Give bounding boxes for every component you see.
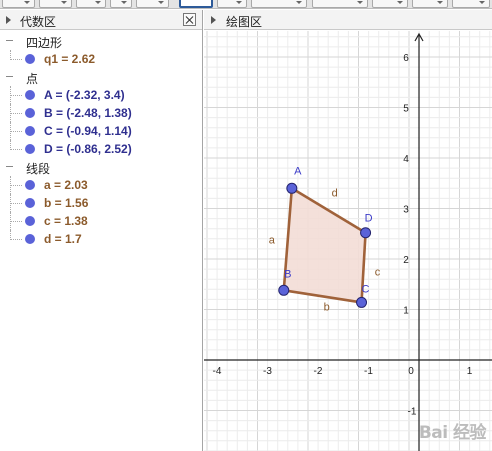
segment-label: c <box>375 267 381 279</box>
visibility-toggle-icon[interactable] <box>25 234 35 244</box>
tool-button-4[interactable] <box>110 0 132 8</box>
visibility-toggle-icon[interactable] <box>25 198 35 208</box>
algebra-item[interactable]: q1 = 2.62 <box>0 50 202 68</box>
y-tick-label: 1 <box>403 306 409 317</box>
collapse-triangle-icon[interactable] <box>211 16 216 24</box>
tool-button-9[interactable] <box>312 0 368 8</box>
point-label: D <box>365 213 373 225</box>
algebra-view-title: 代数区 <box>20 15 57 29</box>
tool-button-7[interactable] <box>217 0 247 8</box>
visibility-toggle-icon[interactable] <box>25 144 35 154</box>
algebra-item[interactable]: b = 1.56 <box>0 194 202 212</box>
coordinate-plane[interactable]: -4 -3 -2 -1 0 1 1 2 3 4 5 6 -1 a b c d A B C D <box>204 31 492 451</box>
algebra-group-label: 四边形 <box>26 36 63 50</box>
point-label: B <box>284 268 291 280</box>
visibility-toggle-icon[interactable] <box>25 216 35 226</box>
visibility-toggle-icon[interactable] <box>25 108 35 118</box>
y-tick-label: 5 <box>403 104 409 115</box>
tree-branch-line <box>10 149 22 150</box>
x-tick-label: 0 <box>408 366 414 377</box>
toolbar <box>0 0 492 9</box>
tool-button-2[interactable] <box>39 0 72 8</box>
y-tick-label: 3 <box>403 205 409 216</box>
x-tick-label: -1 <box>364 366 373 377</box>
algebra-item-text[interactable]: B = (-2.48, 1.38) <box>44 106 132 120</box>
tree-branch-line <box>10 185 22 186</box>
algebra-group[interactable]: 点 <box>0 68 202 86</box>
x-tick-label: -2 <box>314 366 323 377</box>
algebra-item-text[interactable]: A = (-2.32, 3.4) <box>44 88 125 102</box>
tool-button-active[interactable] <box>179 0 213 8</box>
segment-label: d <box>332 188 338 200</box>
visibility-toggle-icon[interactable] <box>25 54 35 64</box>
tool-button-8[interactable] <box>251 0 307 8</box>
algebra-item[interactable]: D = (-0.86, 2.52) <box>0 140 202 158</box>
visibility-toggle-icon[interactable] <box>25 126 35 136</box>
y-tick-label: 6 <box>403 53 409 64</box>
tree-branch-line <box>10 59 22 60</box>
point-A <box>286 182 298 194</box>
visibility-toggle-icon[interactable] <box>25 180 35 190</box>
y-tick-label: 4 <box>403 154 409 165</box>
visibility-toggle-icon[interactable] <box>25 90 35 100</box>
algebra-item[interactable]: A = (-2.32, 3.4) <box>0 86 202 104</box>
algebra-item[interactable]: C = (-0.94, 1.14) <box>0 122 202 140</box>
algebra-item-text[interactable]: a = 2.03 <box>44 178 88 192</box>
tree-branch-line <box>10 239 22 240</box>
close-icon[interactable] <box>183 13 196 26</box>
tool-button-3[interactable] <box>76 0 106 8</box>
graphics-view-title: 绘图区 <box>226 15 263 29</box>
algebra-tree: 四边形 q1 = 2.62 点 A = (-2.32, 3.4) B = (-2.48,… <box>0 30 202 248</box>
segment-label: a <box>269 234 276 246</box>
tree-branch-line <box>10 203 22 204</box>
tree-branch-line <box>10 113 22 114</box>
point-C <box>356 296 368 308</box>
algebra-item-text[interactable]: d = 1.7 <box>44 232 82 246</box>
tree-branch-line <box>10 131 22 132</box>
x-tick-label: -3 <box>263 366 272 377</box>
collapse-minus-icon[interactable] <box>6 76 13 77</box>
point-B <box>278 284 290 296</box>
quadrilateral-fill <box>283 188 366 303</box>
algebra-item[interactable]: B = (-2.48, 1.38) <box>0 104 202 122</box>
graphics-view-header[interactable]: 绘图区 <box>204 10 492 30</box>
algebra-item-text[interactable]: D = (-0.86, 2.52) <box>44 142 132 156</box>
x-tick-label: 1 <box>467 366 473 377</box>
segment-label: b <box>324 301 330 313</box>
x-tick-label: -4 <box>213 366 222 377</box>
algebra-item[interactable]: d = 1.7 <box>0 230 202 248</box>
collapse-minus-icon[interactable] <box>6 40 13 41</box>
algebra-group-label: 点 <box>26 72 39 86</box>
algebra-item-text[interactable]: c = 1.38 <box>44 214 88 228</box>
algebra-item[interactable]: c = 1.38 <box>0 212 202 230</box>
y-tick-label: -1 <box>408 407 417 418</box>
algebra-item[interactable]: a = 2.03 <box>0 176 202 194</box>
graphics-view[interactable]: 绘图区 -4 -3 -2 -1 0 1 1 2 3 4 5 6 -1 a b c d A B C D <box>204 10 492 451</box>
tool-button-10[interactable] <box>372 0 408 8</box>
tool-button-11[interactable] <box>412 0 448 8</box>
algebra-view-header[interactable]: 代数区 <box>0 10 202 30</box>
algebra-item-text[interactable]: q1 = 2.62 <box>44 52 95 66</box>
collapse-minus-icon[interactable] <box>6 166 13 167</box>
tool-button-12[interactable] <box>452 0 490 8</box>
tree-branch-line <box>10 95 22 96</box>
collapse-triangle-icon[interactable] <box>6 16 11 24</box>
point-D <box>360 227 372 239</box>
algebra-item-text[interactable]: b = 1.56 <box>44 196 88 210</box>
point-label: C <box>362 283 370 295</box>
point-label: A <box>294 165 302 177</box>
algebra-group[interactable]: 线段 <box>0 158 202 176</box>
geogebra-window: 代数区 四边形 q1 = 2.62 点 A = (-2.32, 3.4) B = (-2… <box>0 0 492 451</box>
watermark: Bai 经验 <box>418 423 487 443</box>
tool-button-1[interactable] <box>2 0 35 8</box>
tool-button-5[interactable] <box>136 0 169 8</box>
algebra-group[interactable]: 四边形 <box>0 32 202 50</box>
algebra-view: 代数区 四边形 q1 = 2.62 点 A = (-2.32, 3.4) B = (-2… <box>0 10 203 451</box>
algebra-group-label: 线段 <box>26 162 51 176</box>
y-tick-label: 2 <box>403 255 409 266</box>
algebra-item-text[interactable]: C = (-0.94, 1.14) <box>44 124 132 138</box>
tree-branch-line <box>10 221 22 222</box>
